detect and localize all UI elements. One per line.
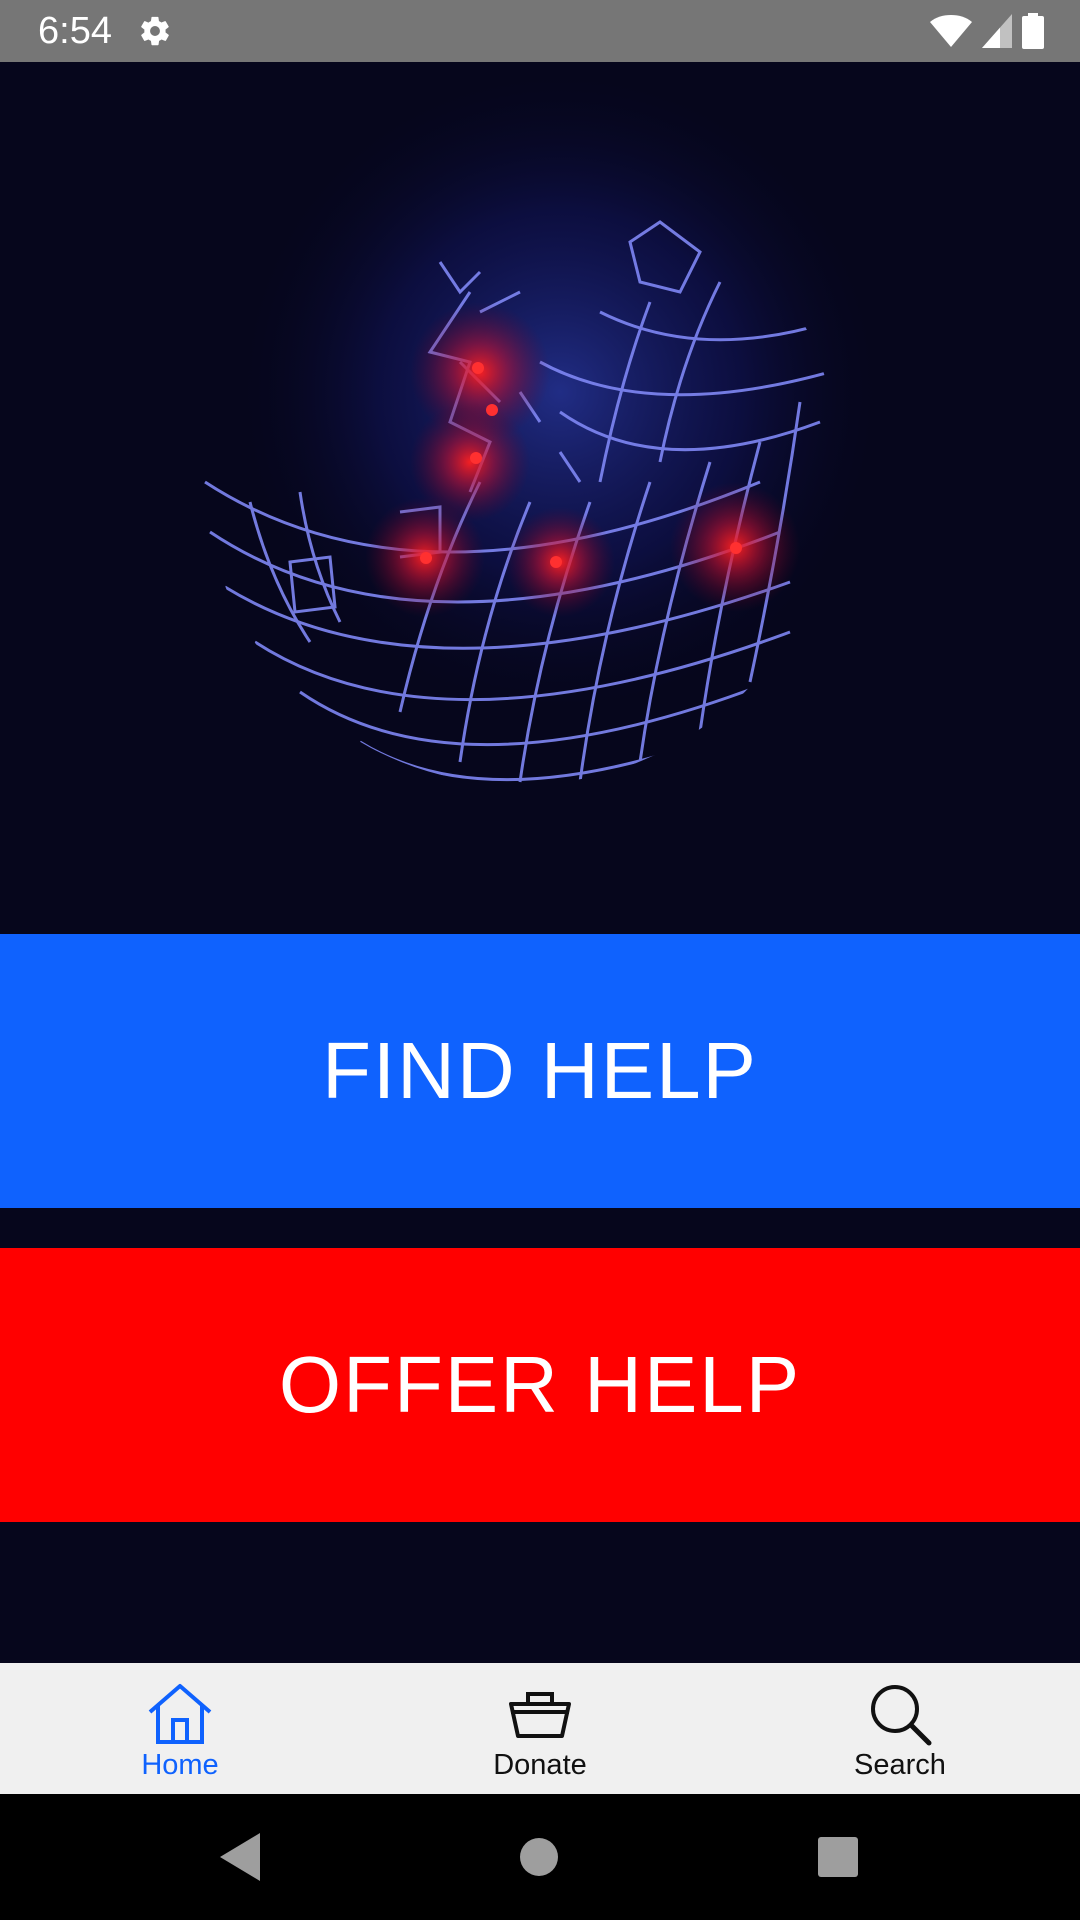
nav-label-home: Home bbox=[141, 1749, 219, 1781]
back-icon[interactable] bbox=[214, 1829, 270, 1885]
status-time: 6:54 bbox=[38, 10, 112, 52]
nav-item-donate[interactable]: Donate bbox=[360, 1663, 720, 1794]
offer-help-label: OFFER HELP bbox=[278, 1340, 802, 1429]
system-navigation-bar bbox=[0, 1794, 1080, 1920]
settings-gear-icon bbox=[141, 16, 169, 46]
nav-item-home[interactable]: Home bbox=[0, 1663, 360, 1794]
signal-icon bbox=[982, 14, 1012, 48]
globe-network-icon bbox=[204, 62, 890, 783]
status-bar: 6:54 bbox=[0, 0, 1080, 62]
basket-icon bbox=[504, 1681, 576, 1747]
find-help-label: FIND HELP bbox=[322, 1026, 758, 1115]
nav-label-search: Search bbox=[854, 1749, 946, 1781]
bottom-navigation: Home Donate Search bbox=[0, 1663, 1080, 1794]
home-icon bbox=[144, 1681, 216, 1747]
hero-banner bbox=[0, 62, 1080, 934]
battery-icon bbox=[1022, 13, 1044, 49]
nav-item-search[interactable]: Search bbox=[720, 1663, 1080, 1794]
status-icons bbox=[930, 13, 1044, 49]
home-circle-icon[interactable] bbox=[511, 1829, 567, 1885]
nav-label-donate: Donate bbox=[493, 1749, 587, 1781]
search-icon bbox=[864, 1681, 936, 1747]
find-help-button[interactable]: FIND HELP bbox=[0, 934, 1080, 1208]
wifi-icon bbox=[930, 15, 972, 47]
app-screen: 6:54 FIND HELP OFFER HELP Home Donate Se… bbox=[0, 0, 1080, 1920]
recents-icon[interactable] bbox=[810, 1829, 866, 1885]
offer-help-button[interactable]: OFFER HELP bbox=[0, 1248, 1080, 1522]
